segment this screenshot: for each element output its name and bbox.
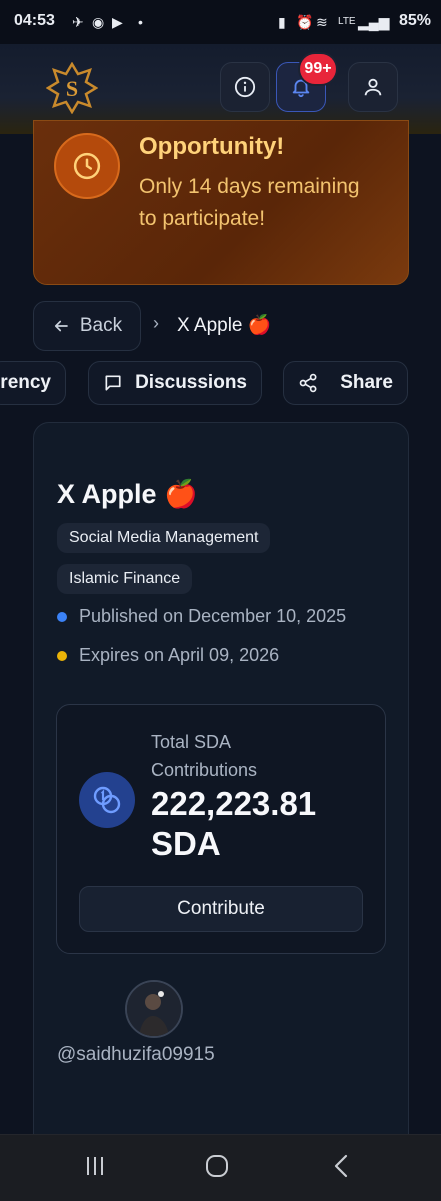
battery-level: 85% (398, 12, 431, 29)
user-icon (364, 78, 382, 96)
expiry-date: Expires on April 09, 2026 (57, 645, 279, 666)
info-button[interactable] (220, 62, 270, 112)
share-icon (299, 373, 317, 393)
info-icon (234, 76, 256, 98)
dot-icon: • (138, 14, 143, 30)
breadcrumb-current: X Apple 🍎 (177, 315, 272, 336)
messenger-icon: ◉ (92, 14, 105, 30)
volte-icon: LTE (338, 16, 356, 27)
status-time: 04:53 (14, 12, 55, 29)
discussions-button[interactable]: Discussions (88, 361, 262, 405)
signal-icon: ▂▄▆ (358, 14, 390, 30)
system-nav-bar (0, 1134, 441, 1201)
chat-icon (105, 375, 121, 391)
breadcrumb-separator: › (153, 313, 159, 333)
project-title: X Apple 🍎 (57, 479, 198, 509)
transparency-label: rency (0, 372, 51, 393)
youtube-icon: ▶ (112, 14, 123, 30)
author-avatar[interactable] (125, 980, 183, 1038)
published-dot-icon (57, 611, 67, 622)
back-nav-icon[interactable] (332, 1154, 352, 1178)
tag: Social Media Management (57, 523, 271, 553)
clock-icon (54, 133, 120, 199)
contributions-label: Total SDA Contributions (151, 732, 258, 780)
expires-text: Expires on April 09, 2026 (79, 645, 280, 665)
svg-text:S: S (66, 76, 78, 101)
back-label: Back (79, 315, 123, 336)
telegram-icon: ✈ (72, 14, 84, 30)
status-bar: 04:53 ✈ ◉ ▶ • ▮ ⏰ ≋ LTE ▂▄▆ 85% (0, 0, 441, 44)
wifi-icon: ≋ (316, 14, 328, 30)
app-logo-icon[interactable]: S (45, 61, 99, 115)
contribute-button[interactable]: Contribute (79, 886, 363, 932)
discussions-label: Discussions (135, 372, 247, 393)
banner-title: Opportunity! (139, 133, 285, 160)
share-button[interactable]: Share (283, 361, 408, 405)
notification-badge: 99+ (300, 54, 336, 84)
contributions-amount: 222,223.81 SDA (151, 785, 317, 862)
banner-text: Only 14 days remaining to participate! (139, 175, 360, 230)
published-text: Published on December 10, 2025 (79, 606, 347, 626)
tag: Islamic Finance (57, 564, 193, 594)
author-handle[interactable]: @saidhuzifa09915 (57, 1044, 215, 1066)
recent-apps-icon[interactable] (84, 1155, 106, 1177)
alarm-icon: ⏰ (296, 14, 314, 30)
opportunity-banner: Opportunity! Only 14 days remaining to p… (33, 120, 409, 285)
back-button[interactable]: Back (33, 301, 141, 351)
share-label: Share (340, 372, 393, 393)
published-date: Published on December 10, 2025 (57, 606, 346, 627)
home-icon[interactable] (205, 1154, 229, 1178)
arrow-left-icon (54, 320, 68, 332)
transparency-button[interactable]: rency (0, 361, 66, 405)
profile-button[interactable] (348, 62, 398, 112)
expires-dot-icon (57, 650, 67, 661)
battery-saver-icon: ▮ (278, 14, 286, 30)
coins-icon (79, 772, 135, 828)
